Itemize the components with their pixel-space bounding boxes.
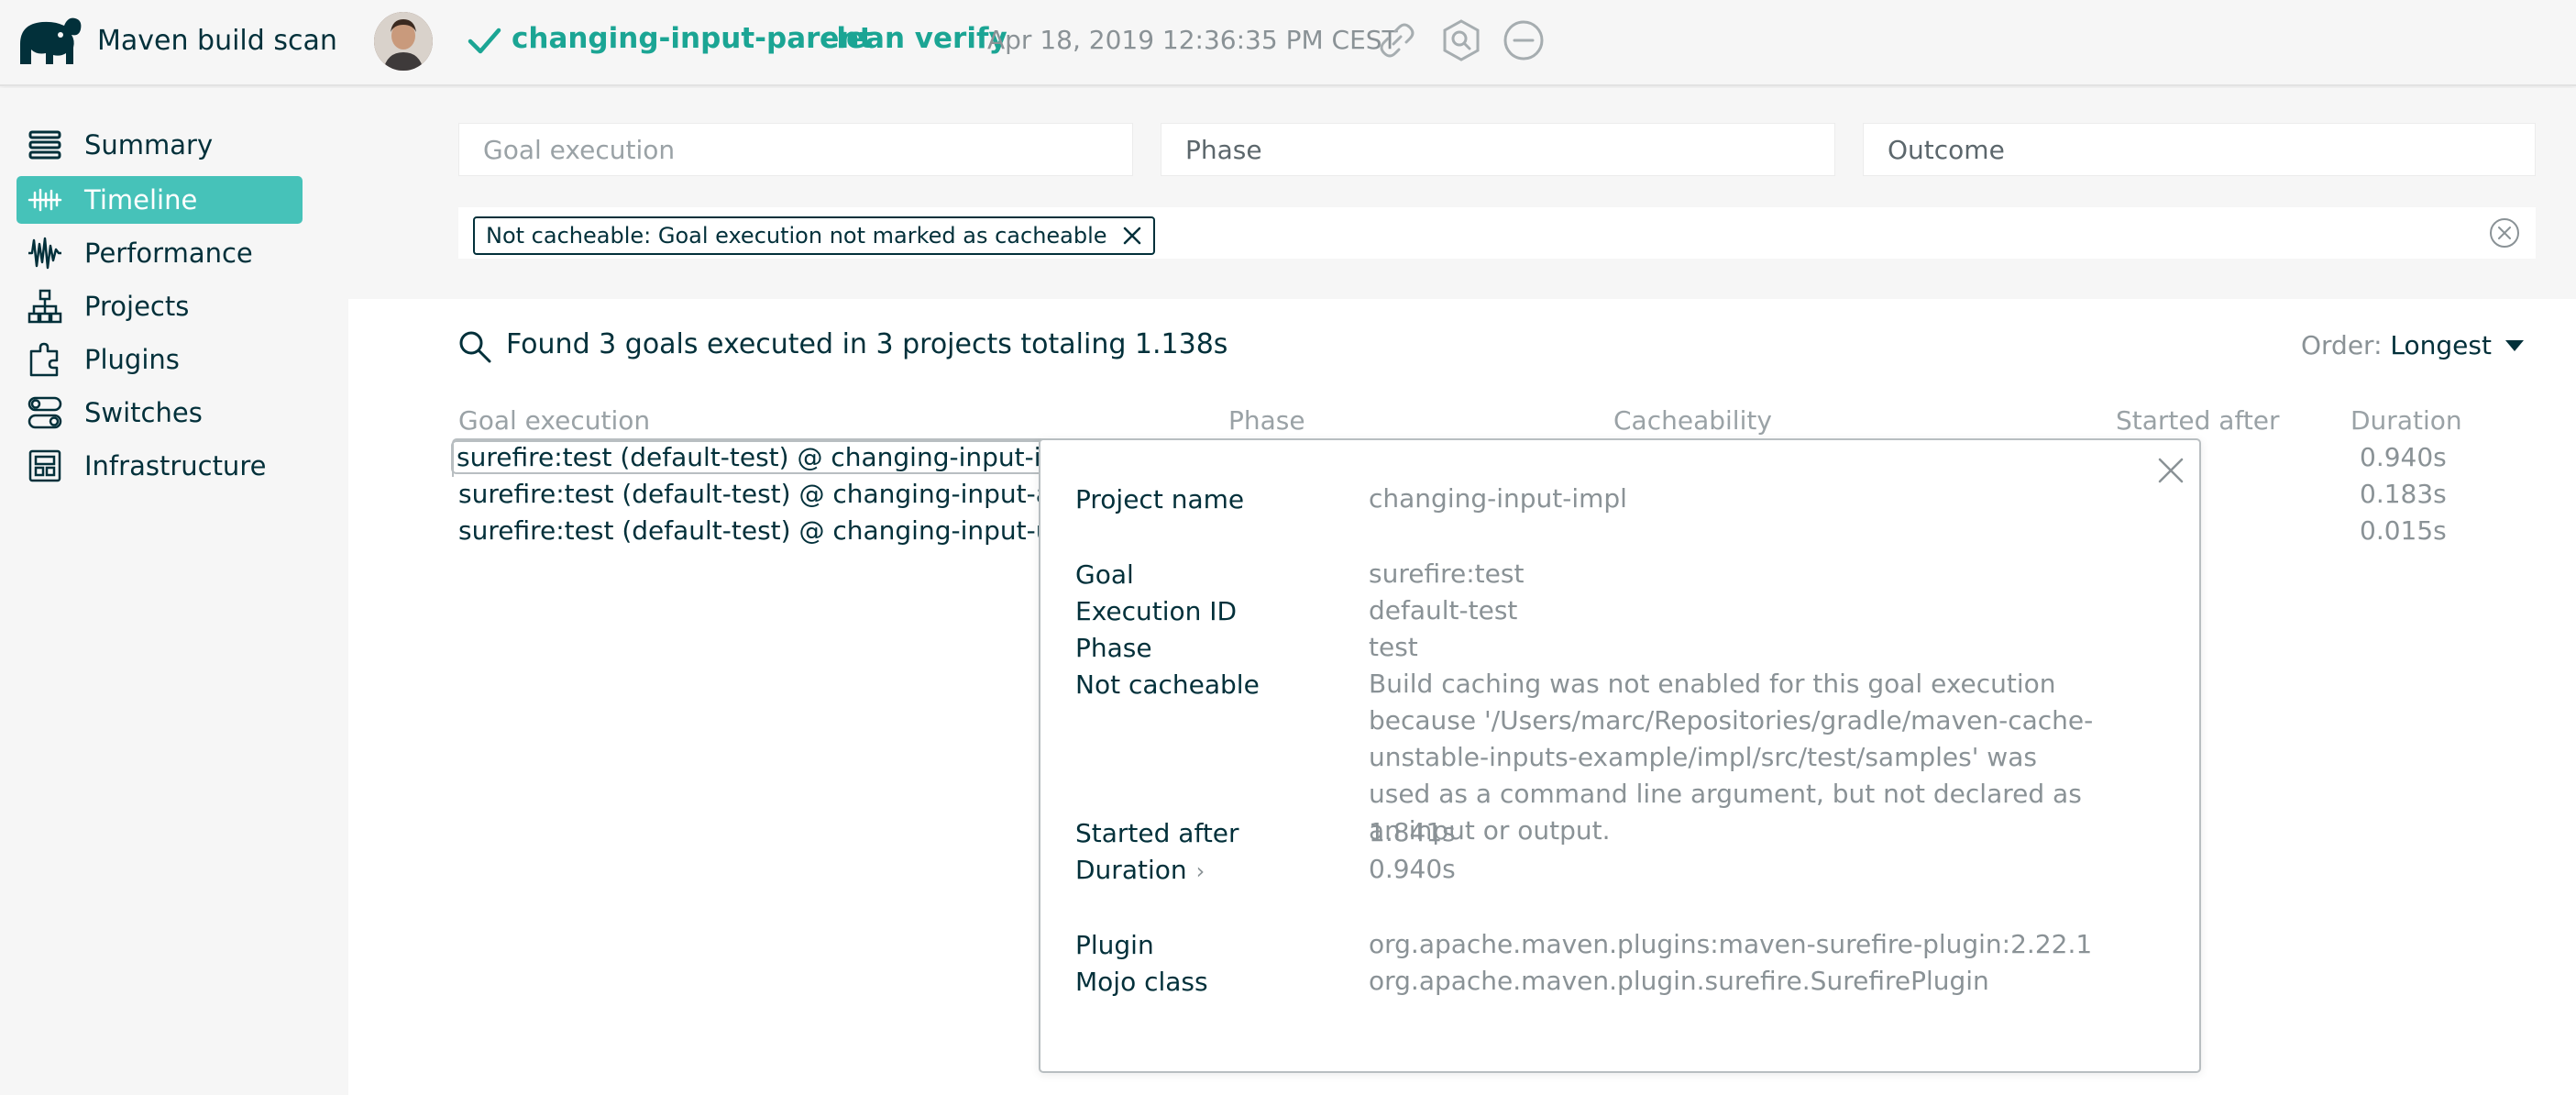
sidebar-item-label: Timeline	[84, 184, 198, 216]
sidebar-item-plugins[interactable]: Plugins	[17, 336, 303, 383]
sidebar-item-summary[interactable]: Summary	[17, 121, 303, 169]
execution-id-label: Execution ID	[1075, 596, 1238, 626]
row-duration: 0.015s	[2360, 515, 2447, 546]
sidebar-item-label: Projects	[84, 291, 190, 322]
goal-execution-filter-placeholder: Goal execution	[483, 134, 676, 165]
outcome-filter-label: Outcome	[1888, 134, 2005, 165]
started-after-label: Started after	[1075, 818, 1239, 848]
col-header-started[interactable]: Started after	[2116, 405, 2280, 436]
filter-tag-label: Not cacheable: Goal execution not marked…	[486, 223, 1107, 249]
sidebar-item-infrastructure[interactable]: Infrastructure	[17, 442, 303, 490]
pulse-icon	[28, 237, 61, 270]
minus-circle-icon[interactable]	[1502, 18, 1546, 62]
summary-totaling: totaling	[1011, 328, 1135, 360]
sidebar-item-switches[interactable]: Switches	[17, 389, 303, 437]
summary-project-count: 3 projects	[875, 328, 1012, 360]
phase-label: Phase	[1075, 633, 1152, 663]
not-cacheable-label: Not cacheable	[1075, 669, 1260, 700]
filter-tag[interactable]: Not cacheable: Goal execution not marked…	[473, 216, 1155, 255]
close-icon[interactable]	[2157, 457, 2185, 484]
col-header-duration[interactable]: Duration	[2350, 405, 2462, 436]
project-name-label: Project name	[1075, 484, 1245, 514]
list-icon	[28, 130, 61, 160]
order-label: Order:	[2301, 330, 2391, 360]
started-after-value: 1.841s	[1369, 817, 1456, 847]
top-bar: Maven build scan changing-input-parent c…	[0, 0, 2576, 86]
order-dropdown[interactable]: Order: Longest	[2301, 330, 2492, 360]
execution-id-value: default-test	[1369, 595, 1518, 625]
duration-value: 0.940s	[1369, 854, 1456, 884]
col-header-phase[interactable]: Phase	[1228, 405, 1305, 436]
summary-goal-count: 3 goals executed	[599, 328, 834, 360]
scan-search-icon[interactable]	[1439, 18, 1483, 62]
results-summary: Found 3 goals executed in 3 projects tot…	[506, 328, 1227, 360]
user-avatar[interactable]	[374, 12, 433, 71]
sidebar-item-projects[interactable]: Projects	[17, 282, 303, 330]
link-icon[interactable]	[1375, 18, 1419, 62]
sidebar-item-label: Performance	[84, 238, 253, 269]
chevron-down-icon[interactable]	[2504, 339, 2525, 352]
sidebar-item-label: Switches	[84, 397, 203, 428]
sidebar: Summary Timeline Performance Projects Pl…	[0, 88, 348, 1095]
duration-label-link[interactable]: Duration ›	[1075, 855, 1205, 885]
phase-filter[interactable]: Phase	[1161, 123, 1835, 176]
row-duration: 0.183s	[2360, 479, 2447, 509]
build-goals[interactable]: clean verify	[820, 22, 1007, 55]
sidebar-item-label: Plugins	[84, 344, 180, 375]
row-duration: 0.940s	[2360, 442, 2447, 472]
plugin-label: Plugin	[1075, 930, 1154, 960]
mojo-class-value: org.apache.maven.plugin.surefire.Surefir…	[1369, 966, 1989, 996]
plugin-icon	[29, 342, 59, 377]
row-goal[interactable]: surefire:test (default-test) @ changing-…	[458, 479, 1074, 509]
plugin-value: org.apache.maven.plugins:maven-surefire-…	[1369, 929, 2093, 959]
sidebar-item-performance[interactable]: Performance	[17, 229, 303, 277]
clear-filters-icon[interactable]	[2488, 216, 2521, 249]
sidebar-item-label: Infrastructure	[84, 450, 267, 481]
sidebar-item-timeline[interactable]: Timeline	[17, 176, 303, 224]
remove-tag-icon[interactable]	[1122, 226, 1142, 246]
build-timestamp: Apr 18, 2019 12:36:35 PM CEST	[987, 25, 1398, 55]
chevron-right-icon: ›	[1195, 858, 1205, 884]
sidebar-item-label: Summary	[84, 129, 214, 160]
project-name-value[interactable]: changing-input-impl	[1369, 481, 1627, 517]
app-title: Maven build scan	[97, 25, 337, 57]
col-header-goal[interactable]: Goal execution	[458, 405, 650, 436]
search-icon	[459, 331, 491, 363]
gradle-elephant-logo[interactable]	[13, 13, 84, 70]
summary-total: 1.138s	[1134, 328, 1228, 360]
not-cacheable-reason: Build caching was not enabled for this g…	[1369, 669, 2094, 846]
goal-details-popup: Project name changing-input-impl Goal su…	[1039, 438, 2201, 1073]
phase-value: test	[1369, 632, 1418, 662]
mojo-class-label: Mojo class	[1075, 967, 1208, 997]
timeline-icon	[28, 188, 62, 212]
goal-execution-filter[interactable]: Goal execution	[458, 123, 1133, 176]
phase-filter-label: Phase	[1185, 134, 1262, 165]
summary-prefix: Found	[506, 328, 600, 360]
toggle-icon	[28, 396, 62, 429]
order-value: Longest	[2390, 330, 2492, 360]
outcome-filter[interactable]: Outcome	[1863, 123, 2536, 176]
success-check-icon	[468, 28, 501, 54]
col-header-cacheability[interactable]: Cacheability	[1613, 405, 1772, 436]
duration-label: Duration	[1075, 855, 1187, 885]
hierarchy-icon	[28, 289, 62, 324]
active-filter-row: Not cacheable: Goal execution not marked…	[458, 207, 2536, 259]
summary-in: in	[833, 328, 876, 360]
filter-bar: Goal execution Phase Outcome Not cacheab…	[348, 88, 2576, 299]
goal-value: surefire:test	[1369, 559, 1525, 589]
server-icon	[28, 449, 61, 482]
goal-label: Goal	[1075, 559, 1134, 590]
